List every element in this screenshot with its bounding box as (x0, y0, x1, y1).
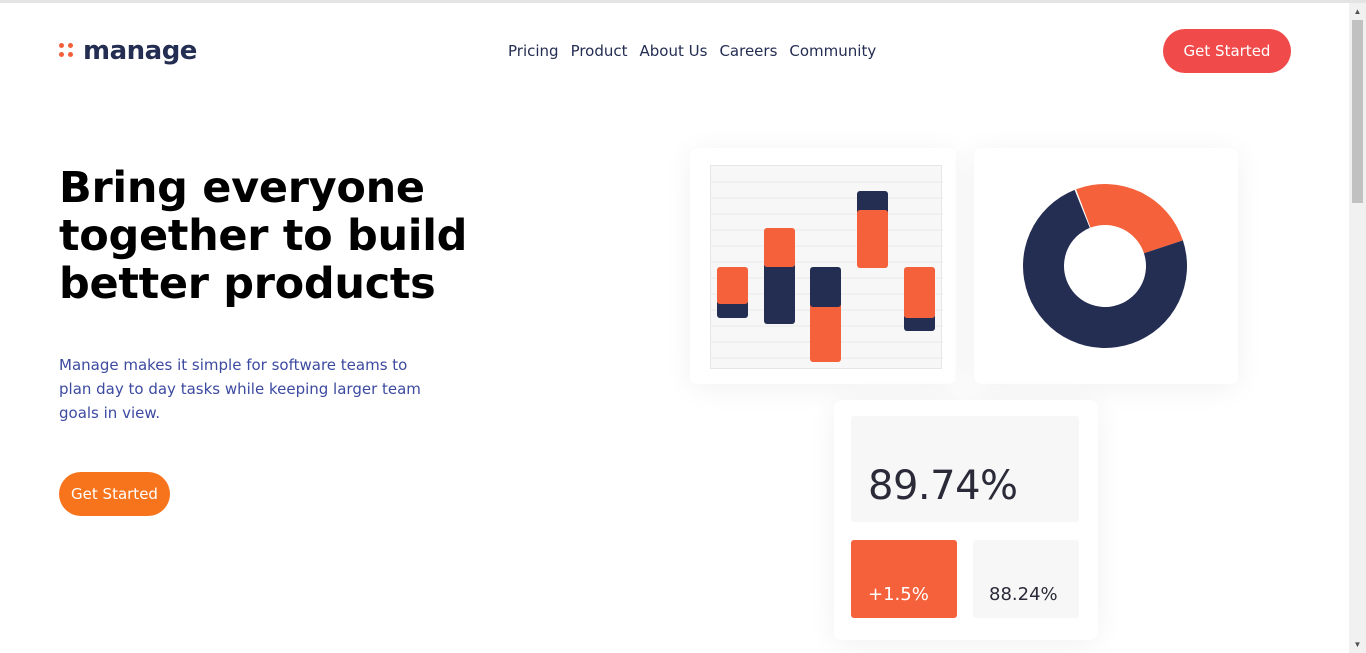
nav-item-community[interactable]: Community (789, 42, 876, 60)
donut-chart-card (974, 148, 1238, 384)
donut-slice-orange (1076, 184, 1183, 254)
nav-item-pricing[interactable]: Pricing (508, 42, 559, 60)
stats-card: 89.74% +1.5% 88.24% (834, 400, 1098, 640)
nav-item-careers[interactable]: Careers (719, 42, 777, 60)
scroll-up-arrow-icon[interactable]: ▲ (1349, 3, 1366, 20)
bar-segment-orange (904, 267, 935, 318)
bar-chart (711, 181, 943, 362)
hero-description: Manage makes it simple for software team… (59, 356, 421, 422)
scrollbar-thumb[interactable] (1352, 20, 1363, 203)
nav-item-product[interactable]: Product (571, 42, 628, 60)
main-nav: Pricing Product About Us Careers Communi… (508, 42, 888, 60)
page-scrollbar[interactable]: ▲ ▼ (1349, 3, 1366, 653)
scroll-down-arrow-icon[interactable]: ▼ (1349, 636, 1366, 653)
hero-title: Bring everyone together to build better … (59, 163, 468, 309)
secondary-stat-panel: 88.24% (973, 540, 1079, 618)
donut-chart (1023, 184, 1187, 348)
change-stat-panel: +1.5% (851, 540, 957, 618)
bar-chart-card (690, 148, 956, 384)
bar-chart-panel (710, 165, 943, 369)
hero-get-started-button[interactable]: Get Started (59, 472, 170, 516)
main-stat-panel: 89.74% (851, 416, 1079, 522)
logo-dots-icon (58, 43, 74, 59)
main-stat-value: 89.74% (868, 463, 1018, 509)
brand-logo[interactable]: manage (58, 37, 197, 65)
secondary-stat-value: 88.24% (989, 584, 1058, 605)
bar-segment-navy (764, 263, 795, 324)
bar-segment-navy (810, 267, 841, 307)
bar-segment-orange (764, 228, 795, 267)
bar-segment-orange (857, 210, 888, 268)
change-stat-value: +1.5% (868, 584, 929, 605)
header-get-started-button[interactable]: Get Started (1163, 29, 1291, 73)
window-top-border (0, 0, 1366, 3)
brand-name: manage (83, 36, 197, 66)
nav-item-about-us[interactable]: About Us (640, 42, 708, 60)
bar-segment-orange (717, 267, 748, 304)
